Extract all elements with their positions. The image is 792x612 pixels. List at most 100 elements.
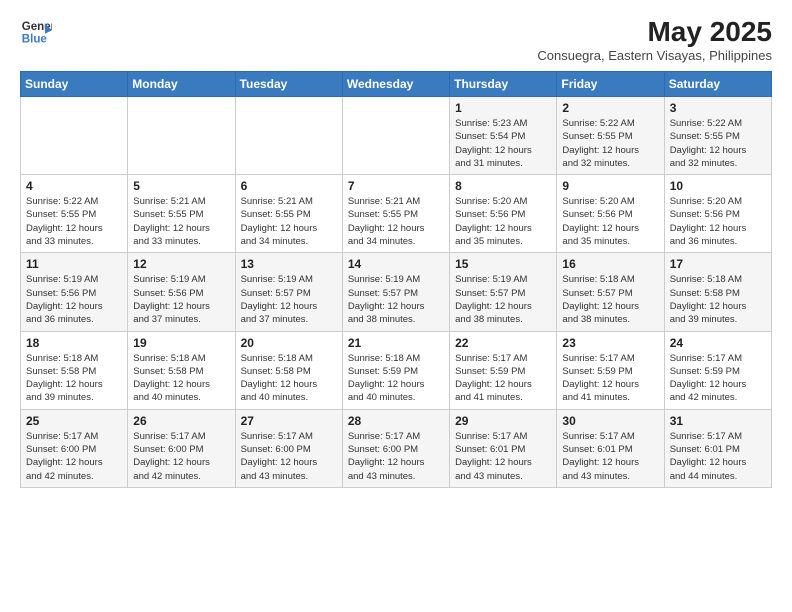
day-cell: 22 Sunrise: 5:17 AM Sunset: 5:59 PM Dayli… [450,331,557,409]
day-cell: 3 Sunrise: 5:22 AM Sunset: 5:55 PM Daylig… [664,97,771,175]
day-info: Sunrise: 5:18 AM Sunset: 5:58 PM Dayligh… [670,273,766,326]
day-cell: 26Sunrise: 5:17 AM Sunset: 6:00 PM Dayli… [128,409,235,487]
day-info: Sunrise: 5:19 AM Sunset: 5:57 PM Dayligh… [455,273,551,326]
day-info: Sunrise: 5:21 AM Sunset: 5:55 PM Dayligh… [241,195,337,248]
day-number: 18 [26,336,122,350]
day-cell: 14 Sunrise: 5:19 AM Sunset: 5:57 PM Dayli… [342,253,449,331]
day-cell: 19 Sunrise: 5:18 AM Sunset: 5:58 PM Dayli… [128,331,235,409]
day-info: Sunrise: 5:17 AM Sunset: 5:59 PM Dayligh… [562,352,658,405]
day-info: Sunrise: 5:17 AM Sunset: 5:59 PM Dayligh… [455,352,551,405]
day-cell: 21 Sunrise: 5:18 AM Sunset: 5:59 PM Dayli… [342,331,449,409]
day-cell: 17 Sunrise: 5:18 AM Sunset: 5:58 PM Dayli… [664,253,771,331]
header: General Blue May 2025 Consuegra, Eastern… [20,16,772,63]
day-cell: 8 Sunrise: 5:20 AM Sunset: 5:56 PM Daylig… [450,175,557,253]
day-cell: 23Sunrise: 5:17 AM Sunset: 5:59 PM Dayli… [557,331,664,409]
day-cell [235,97,342,175]
day-info: Sunrise: 5:21 AM Sunset: 5:55 PM Dayligh… [133,195,229,248]
day-number: 27 [241,414,337,428]
week-row-4: 18 Sunrise: 5:18 AM Sunset: 5:58 PM Dayli… [21,331,772,409]
day-cell: 16 Sunrise: 5:18 AM Sunset: 5:57 PM Dayli… [557,253,664,331]
day-cell: 30 Sunrise: 5:17 AM Sunset: 6:01 PM Dayli… [557,409,664,487]
day-cell: 7 Sunrise: 5:21 AM Sunset: 5:55 PM Daylig… [342,175,449,253]
day-number: 28 [348,414,444,428]
day-cell [128,97,235,175]
day-cell: 4Sunrise: 5:22 AM Sunset: 5:55 PM Daylig… [21,175,128,253]
week-row-3: 11 Sunrise: 5:19 AM Sunset: 5:56 PM Dayli… [21,253,772,331]
day-number: 29 [455,414,551,428]
day-number: 2 [562,101,658,115]
day-cell: 25 Sunrise: 5:17 AM Sunset: 6:00 PM Dayli… [21,409,128,487]
day-info: Sunrise: 5:20 AM Sunset: 5:56 PM Dayligh… [562,195,658,248]
day-number: 12 [133,257,229,271]
day-cell [342,97,449,175]
day-number: 10 [670,179,766,193]
main-title: May 2025 [537,16,772,48]
day-info: Sunrise: 5:20 AM Sunset: 5:56 PM Dayligh… [455,195,551,248]
day-number: 5 [133,179,229,193]
week-row-5: 25 Sunrise: 5:17 AM Sunset: 6:00 PM Dayli… [21,409,772,487]
day-info: Sunrise: 5:23 AM Sunset: 5:54 PM Dayligh… [455,117,551,170]
day-info: Sunrise: 5:17 AM Sunset: 5:59 PM Dayligh… [670,352,766,405]
day-number: 4 [26,179,122,193]
day-cell [21,97,128,175]
day-number: 30 [562,414,658,428]
day-number: 22 [455,336,551,350]
day-info: Sunrise: 5:18 AM Sunset: 5:58 PM Dayligh… [133,352,229,405]
logo: General Blue [20,16,52,48]
day-number: 20 [241,336,337,350]
day-number: 15 [455,257,551,271]
day-info: Sunrise: 5:17 AM Sunset: 6:01 PM Dayligh… [670,430,766,483]
day-number: 13 [241,257,337,271]
day-info: Sunrise: 5:22 AM Sunset: 5:55 PM Dayligh… [670,117,766,170]
day-info: Sunrise: 5:17 AM Sunset: 6:00 PM Dayligh… [26,430,122,483]
day-cell: 5 Sunrise: 5:21 AM Sunset: 5:55 PM Daylig… [128,175,235,253]
week-row-2: 4Sunrise: 5:22 AM Sunset: 5:55 PM Daylig… [21,175,772,253]
day-info: Sunrise: 5:17 AM Sunset: 6:01 PM Dayligh… [455,430,551,483]
day-info: Sunrise: 5:19 AM Sunset: 5:56 PM Dayligh… [133,273,229,326]
day-info: Sunrise: 5:18 AM Sunset: 5:58 PM Dayligh… [26,352,122,405]
day-number: 17 [670,257,766,271]
weekday-header-friday: Friday [557,72,664,97]
weekday-header-wednesday: Wednesday [342,72,449,97]
weekday-header-row: SundayMondayTuesdayWednesdayThursdayFrid… [21,72,772,97]
day-cell: 2 Sunrise: 5:22 AM Sunset: 5:55 PM Daylig… [557,97,664,175]
week-row-1: 1Sunrise: 5:23 AM Sunset: 5:54 PM Daylig… [21,97,772,175]
day-number: 11 [26,257,122,271]
day-info: Sunrise: 5:21 AM Sunset: 5:55 PM Dayligh… [348,195,444,248]
day-number: 3 [670,101,766,115]
day-info: Sunrise: 5:18 AM Sunset: 5:59 PM Dayligh… [348,352,444,405]
day-cell: 12 Sunrise: 5:19 AM Sunset: 5:56 PM Dayli… [128,253,235,331]
weekday-header-sunday: Sunday [21,72,128,97]
day-info: Sunrise: 5:17 AM Sunset: 6:01 PM Dayligh… [562,430,658,483]
day-number: 24 [670,336,766,350]
day-info: Sunrise: 5:19 AM Sunset: 5:56 PM Dayligh… [26,273,122,326]
day-cell: 6Sunrise: 5:21 AM Sunset: 5:55 PM Daylig… [235,175,342,253]
day-number: 21 [348,336,444,350]
day-number: 7 [348,179,444,193]
day-cell: 29 Sunrise: 5:17 AM Sunset: 6:01 PM Dayli… [450,409,557,487]
day-info: Sunrise: 5:19 AM Sunset: 5:57 PM Dayligh… [348,273,444,326]
day-info: Sunrise: 5:22 AM Sunset: 5:55 PM Dayligh… [562,117,658,170]
day-cell: 10 Sunrise: 5:20 AM Sunset: 5:56 PM Dayli… [664,175,771,253]
svg-text:Blue: Blue [22,34,48,46]
day-number: 9 [562,179,658,193]
day-cell: 27Sunrise: 5:17 AM Sunset: 6:00 PM Dayli… [235,409,342,487]
day-info: Sunrise: 5:17 AM Sunset: 6:00 PM Dayligh… [133,430,229,483]
logo-icon: General Blue [20,16,52,48]
day-cell: 13 Sunrise: 5:19 AM Sunset: 5:57 PM Dayli… [235,253,342,331]
weekday-header-monday: Monday [128,72,235,97]
day-info: Sunrise: 5:19 AM Sunset: 5:57 PM Dayligh… [241,273,337,326]
day-number: 25 [26,414,122,428]
day-number: 14 [348,257,444,271]
day-info: Sunrise: 5:20 AM Sunset: 5:56 PM Dayligh… [670,195,766,248]
day-cell: 18 Sunrise: 5:18 AM Sunset: 5:58 PM Dayli… [21,331,128,409]
subtitle: Consuegra, Eastern Visayas, Philippines [537,48,772,63]
day-number: 19 [133,336,229,350]
day-number: 8 [455,179,551,193]
day-cell: 20Sunrise: 5:18 AM Sunset: 5:58 PM Dayli… [235,331,342,409]
day-cell: 1Sunrise: 5:23 AM Sunset: 5:54 PM Daylig… [450,97,557,175]
day-number: 16 [562,257,658,271]
day-info: Sunrise: 5:18 AM Sunset: 5:57 PM Dayligh… [562,273,658,326]
day-info: Sunrise: 5:17 AM Sunset: 6:00 PM Dayligh… [348,430,444,483]
day-number: 31 [670,414,766,428]
